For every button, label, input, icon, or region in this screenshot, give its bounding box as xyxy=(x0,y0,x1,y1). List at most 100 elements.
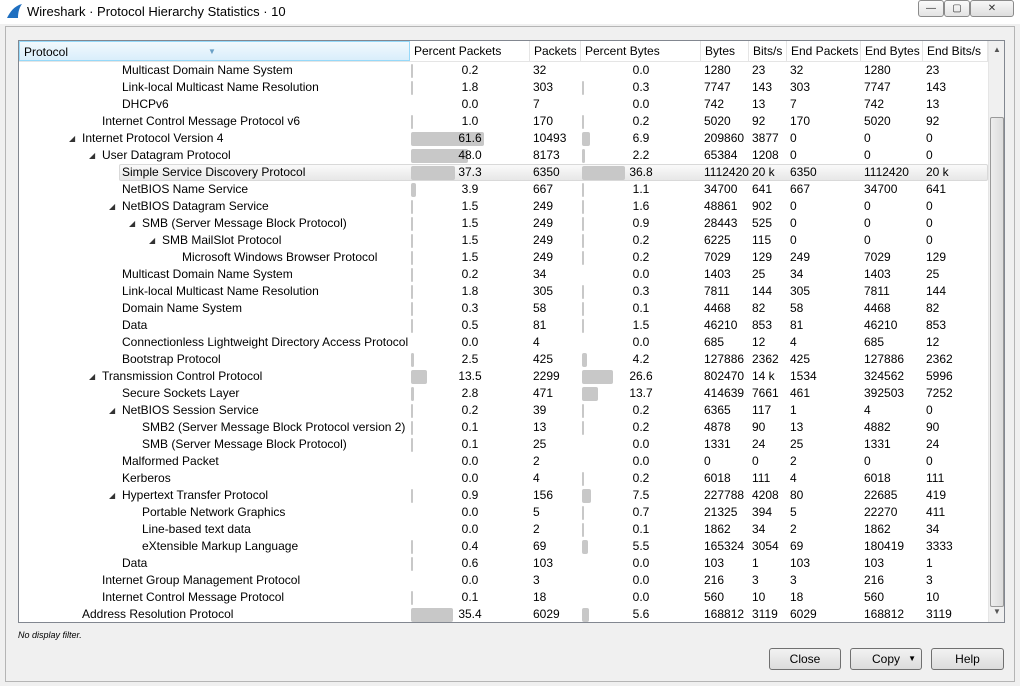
minimize-button[interactable]: — xyxy=(918,0,944,17)
table-row[interactable]: Microsoft Windows Browser Protocol 1.5 249… xyxy=(19,249,988,266)
table-row[interactable]: Bootstrap Protocol 2.5 425 4.2 127886 2362 425… xyxy=(19,351,988,368)
packets: 425 xyxy=(533,352,554,366)
table-row[interactable]: eXtensible Markup Language 0.4 69 5.5 165324… xyxy=(19,538,988,555)
help-button[interactable]: Help xyxy=(931,648,1004,670)
expand-arrow-icon[interactable]: ◢ xyxy=(109,402,115,419)
table-row[interactable]: Link-local Multicast Name Resolution 1.8 3… xyxy=(19,79,988,96)
bits-per-sec: 3 xyxy=(752,573,759,587)
packets: 4 xyxy=(533,471,540,485)
column-bytes[interactable]: Bytes xyxy=(701,41,749,61)
column-end-bits-per-sec[interactable]: End Bits/s xyxy=(923,41,988,61)
protocol-hierarchy-tree[interactable]: Protocol ▼ Percent Packets Packets Percen… xyxy=(18,40,1005,623)
table-row[interactable]: Multicast Domain Name System 0.2 32 0.0 1280… xyxy=(19,62,988,79)
percent-bytes: 0.2 xyxy=(632,471,650,485)
bytes: 7747 xyxy=(704,80,731,94)
end-bits-per-sec: 24 xyxy=(926,437,940,451)
packets: 34 xyxy=(533,267,547,281)
packets: 5 xyxy=(533,505,540,519)
table-row[interactable]: ◢ SMB (Server Message Block Protocol) 1.5 2… xyxy=(19,215,988,232)
percent-bytes: 0.3 xyxy=(632,80,650,94)
table-row[interactable]: ◢ Internet Protocol Version 4 61.6 10493 6.9… xyxy=(19,130,988,147)
table-row[interactable]: Internet Control Message Protocol v6 1.0 1… xyxy=(19,113,988,130)
table-row[interactable]: Domain Name System 0.3 58 0.1 4468 82 58 4468 82 xyxy=(19,300,988,317)
end-bits-per-sec: 1 xyxy=(926,556,933,570)
bytes: 21325 xyxy=(704,505,738,519)
percent-bytes: 0.0 xyxy=(632,97,650,111)
column-protocol[interactable]: Protocol ▼ xyxy=(19,41,410,61)
column-end-bytes[interactable]: End Bytes xyxy=(861,41,923,61)
expand-arrow-icon[interactable]: ◢ xyxy=(129,215,135,232)
close-window-button[interactable]: ✕ xyxy=(970,0,1014,17)
column-bits-per-sec[interactable]: Bits/s xyxy=(749,41,787,61)
packets: 6350 xyxy=(533,165,560,179)
table-row[interactable]: Data 0.5 81 1.5 46210 853 81 46210 853 xyxy=(19,317,988,334)
bytes: 209860 xyxy=(704,131,745,145)
bits-per-sec: 111 xyxy=(752,471,771,485)
expand-arrow-icon[interactable]: ◢ xyxy=(69,130,75,147)
table-row[interactable]: Address Resolution Protocol 35.4 6029 5.6 16… xyxy=(19,606,988,622)
table-row[interactable]: Simple Service Discovery Protocol 37.3 635… xyxy=(19,164,988,181)
table-row[interactable]: Secure Sockets Layer 2.8 471 13.7 414639 7661… xyxy=(19,385,988,402)
percent-bytes: 0.2 xyxy=(632,403,650,417)
end-bytes: 180419 xyxy=(864,539,905,553)
table-row[interactable]: Multicast Domain Name System 0.2 34 0.0 1403… xyxy=(19,266,988,283)
end-packets: 249 xyxy=(790,250,811,264)
expand-arrow-icon[interactable]: ◢ xyxy=(149,232,155,249)
table-row[interactable]: SMB2 (Server Message Block Protocol vers… xyxy=(19,419,988,436)
expand-arrow-icon[interactable]: ◢ xyxy=(109,198,115,215)
table-row[interactable]: Portable Network Graphics 0.0 5 0.7 21325 394… xyxy=(19,504,988,521)
bits-per-sec: 902 xyxy=(752,199,773,213)
table-row[interactable]: Line-based text data 0.0 2 0.1 1862 34 2 1862 34 xyxy=(19,521,988,538)
scrollbar-thumb[interactable] xyxy=(990,117,1004,607)
close-button[interactable]: Close xyxy=(769,648,841,670)
end-packets: 425 xyxy=(790,352,811,366)
percent-packets: 2.5 xyxy=(461,352,479,366)
percent-packets: 1.8 xyxy=(461,284,479,298)
table-row[interactable]: ◢ Transmission Control Protocol 13.5 2299 26… xyxy=(19,368,988,385)
table-row[interactable]: Malformed Packet 0.0 2 0.0 0 0 2 0 0 xyxy=(19,453,988,470)
percent-packets: 1.8 xyxy=(461,80,479,94)
protocol-name: SMB2 (Server Message Block Protocol vers… xyxy=(142,420,406,434)
expand-arrow-icon[interactable]: ◢ xyxy=(109,487,115,504)
column-end-packets[interactable]: End Packets xyxy=(787,41,861,61)
column-packets[interactable]: Packets xyxy=(530,41,581,61)
maximize-button[interactable]: ▢ xyxy=(944,0,970,17)
table-row[interactable]: Internet Control Message Protocol 0.1 18 0.… xyxy=(19,589,988,606)
end-bytes: 742 xyxy=(864,97,885,111)
table-row[interactable]: Kerberos 0.0 4 0.2 6018 111 4 6018 111 xyxy=(19,470,988,487)
percent-packets: 13.5 xyxy=(458,369,482,383)
table-row[interactable]: ◢ User Datagram Protocol 48.0 8173 2.2 65384 1… xyxy=(19,147,988,164)
table-row[interactable]: ◢ SMB MailSlot Protocol 1.5 249 0.2 6225 115 0 0… xyxy=(19,232,988,249)
table-row[interactable]: Connectionless Lightweight Directory Acc… xyxy=(19,334,988,351)
bits-per-sec: 853 xyxy=(752,318,773,332)
packets: 32 xyxy=(533,63,547,77)
bytes: 1403 xyxy=(704,267,731,281)
bytes: 6018 xyxy=(704,471,731,485)
bytes: 414639 xyxy=(704,386,745,400)
column-percent-packets[interactable]: Percent Packets xyxy=(410,41,530,61)
scroll-down-arrow-icon[interactable]: ▼ xyxy=(989,607,1004,616)
table-row[interactable]: ◢ Hypertext Transfer Protocol 0.9 156 7.5 227… xyxy=(19,487,988,504)
end-bytes: 7747 xyxy=(864,80,891,94)
vertical-scrollbar[interactable]: ▲ ▼ xyxy=(988,41,1004,622)
expand-arrow-icon[interactable]: ◢ xyxy=(89,368,95,385)
table-row[interactable]: NetBIOS Name Service 3.9 667 1.1 34700 641 667… xyxy=(19,181,988,198)
scroll-up-arrow-icon[interactable]: ▲ xyxy=(989,45,1004,54)
expand-arrow-icon[interactable]: ◢ xyxy=(89,147,95,164)
percent-bytes: 0.0 xyxy=(632,267,650,281)
column-percent-bytes[interactable]: Percent Bytes xyxy=(581,41,701,61)
table-row[interactable]: Data 0.6 103 0.0 103 1 103 103 1 xyxy=(19,555,988,572)
title-bar: Wireshark · Protocol Hierarchy Statistic… xyxy=(0,0,1020,24)
bytes: 0 xyxy=(704,454,711,468)
copy-button[interactable]: Copy ▼ xyxy=(850,648,922,670)
percent-bytes: 0.0 xyxy=(632,63,650,77)
table-row[interactable]: SMB (Server Message Block Protocol) 0.1 25… xyxy=(19,436,988,453)
table-row[interactable]: ◢ NetBIOS Session Service 0.2 39 0.2 6365 117 1… xyxy=(19,402,988,419)
protocol-name: Multicast Domain Name System xyxy=(122,267,293,281)
table-row[interactable]: Internet Group Management Protocol 0.0 3 0.… xyxy=(19,572,988,589)
table-row[interactable]: ◢ NetBIOS Datagram Service 1.5 249 1.6 48861 9… xyxy=(19,198,988,215)
table-row[interactable]: DHCPv6 0.0 7 0.0 742 13 7 742 13 xyxy=(19,96,988,113)
table-row[interactable]: Link-local Multicast Name Resolution 1.8 3… xyxy=(19,283,988,300)
end-bytes: 324562 xyxy=(864,369,905,383)
end-packets: 305 xyxy=(790,284,811,298)
